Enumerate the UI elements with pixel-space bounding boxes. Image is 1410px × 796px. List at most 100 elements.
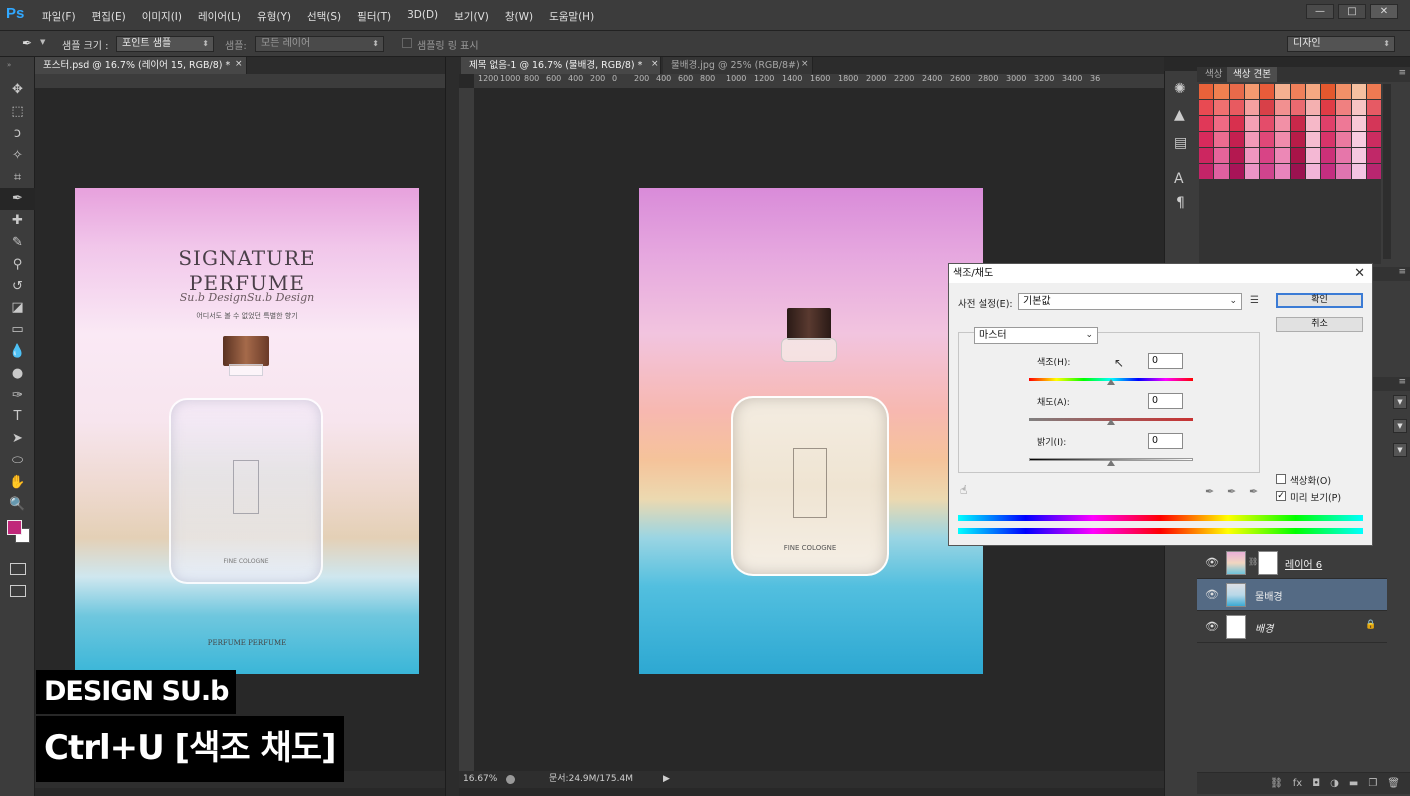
color-swatch[interactable] (1275, 84, 1290, 99)
channel-select[interactable]: 마스터 ⌄ (974, 327, 1098, 344)
quick-mask-icon[interactable] (10, 563, 26, 575)
magic-wand-tool-icon[interactable]: ✧ (0, 144, 35, 166)
preset-select[interactable]: 기본값 ⌄ (1018, 293, 1242, 310)
screen-mode-icon[interactable] (10, 585, 26, 597)
menu-window[interactable]: 창(W) (505, 9, 533, 24)
lightness-slider-thumb[interactable] (1107, 460, 1115, 466)
color-swatch[interactable] (1199, 116, 1214, 131)
color-swatch[interactable] (1244, 132, 1259, 147)
color-swatch[interactable] (1321, 116, 1336, 131)
color-swatch[interactable] (1214, 84, 1229, 99)
workspace-select[interactable]: 디자인 ⬍ (1287, 36, 1395, 52)
close-icon[interactable]: × (235, 59, 243, 69)
color-swatch[interactable] (1229, 116, 1244, 131)
color-swatch[interactable] (1305, 132, 1320, 147)
dodge-tool-icon[interactable]: ● (0, 362, 35, 384)
sample-size-select[interactable]: 포인트 샘플 ⬍ (116, 36, 214, 52)
eyedropper-icon[interactable]: ✒ (1205, 485, 1214, 498)
tool-preset-arrow-icon[interactable]: ▼ (40, 38, 45, 46)
color-swatch[interactable] (1199, 132, 1214, 147)
tab-swatches[interactable]: 색상 견본 (1227, 67, 1277, 82)
tab-untitled[interactable]: 제목 없음-1 @ 16.7% (물배경, RGB/8) * (461, 57, 661, 74)
menu-image[interactable]: 이미지(I) (142, 9, 182, 24)
saturation-input[interactable]: 0 (1148, 393, 1183, 409)
shape-tool-icon[interactable]: ⬭ (0, 450, 35, 472)
layer-row[interactable]: 👁 ⛓ 레이어 6 (1197, 547, 1387, 579)
lightness-input[interactable]: 0 (1148, 433, 1183, 449)
pen-tool-icon[interactable]: ✑ (0, 384, 35, 406)
panel-splitter[interactable] (445, 57, 459, 796)
blur-tool-icon[interactable]: 💧 (0, 341, 35, 363)
color-swatch[interactable] (1214, 100, 1229, 115)
tab-poster[interactable]: 포스터.psd @ 16.7% (레이어 15, RGB/8) * (35, 57, 247, 74)
move-tool-icon[interactable]: ✥ (0, 79, 35, 101)
maximize-button[interactable]: □ (1338, 4, 1366, 19)
fx-icon[interactable]: fx (1293, 778, 1302, 789)
color-swatch[interactable] (1260, 148, 1275, 163)
color-swatch[interactable] (1229, 132, 1244, 147)
color-swatch[interactable] (1366, 84, 1381, 99)
type-tool-icon[interactable]: T (0, 406, 35, 428)
cancel-button[interactable]: 취소 (1276, 317, 1363, 332)
color-swatch[interactable] (1199, 84, 1214, 99)
play-arrow-icon[interactable]: ▶ (663, 771, 670, 788)
color-swatch[interactable] (1260, 84, 1275, 99)
eyedropper-minus-icon[interactable]: ✒ (1249, 485, 1258, 498)
brush-tool-icon[interactable]: ✎ (0, 232, 35, 254)
target-adjust-hand-icon[interactable]: ☝ (960, 483, 967, 497)
color-swatch[interactable] (1321, 148, 1336, 163)
color-swatch[interactable] (1321, 84, 1336, 99)
blend-mode-dropdown[interactable]: ▼ (1393, 395, 1407, 409)
color-swatch[interactable] (1305, 164, 1320, 179)
color-swatch[interactable] (1336, 100, 1351, 115)
color-swatch[interactable] (1199, 164, 1214, 179)
opacity-dropdown[interactable]: ▼ (1393, 419, 1407, 433)
add-mask-icon[interactable]: ◘ (1312, 778, 1320, 789)
menu-3d[interactable]: 3D(D) (407, 9, 438, 24)
hue-slider-thumb[interactable] (1107, 379, 1115, 385)
close-icon[interactable]: × (801, 59, 809, 69)
preview-checkbox[interactable]: ✓ (1276, 491, 1286, 501)
color-swatch[interactable] (1351, 148, 1366, 163)
color-swatch[interactable] (1244, 116, 1259, 131)
minimize-button[interactable]: — (1306, 4, 1334, 19)
color-swatch[interactable] (1351, 100, 1366, 115)
color-swatch[interactable] (1214, 132, 1229, 147)
color-swatch[interactable] (1275, 100, 1290, 115)
visibility-eye-icon[interactable]: 👁 (1205, 556, 1219, 569)
layer-row-selected[interactable]: 👁 물배경 (1197, 579, 1387, 611)
stamp-tool-icon[interactable]: ⚲ (0, 253, 35, 275)
color-swatch[interactable] (1260, 132, 1275, 147)
color-swatch[interactable] (1351, 164, 1366, 179)
color-swatch[interactable] (1214, 116, 1229, 131)
menu-select[interactable]: 선택(S) (307, 9, 341, 24)
color-swatch[interactable] (1351, 84, 1366, 99)
new-layer-icon[interactable]: ❐ (1368, 778, 1377, 789)
swatches-scrollbar[interactable] (1383, 84, 1391, 259)
visibility-eye-icon[interactable]: 👁 (1205, 620, 1219, 633)
color-swatch[interactable] (1290, 116, 1305, 131)
color-swatch[interactable] (1275, 132, 1290, 147)
color-swatch[interactable] (1351, 132, 1366, 147)
adjustment-layer-icon[interactable]: ◑ (1330, 778, 1339, 789)
color-swatch[interactable] (1336, 84, 1351, 99)
menu-layer[interactable]: 레이어(L) (198, 9, 241, 24)
color-swatch[interactable] (1199, 148, 1214, 163)
character-icon[interactable]: A (1174, 171, 1184, 187)
saturation-slider-thumb[interactable] (1107, 419, 1115, 425)
close-window-button[interactable]: ✕ (1370, 4, 1398, 19)
new-group-icon[interactable]: ▬ (1349, 778, 1358, 789)
color-swatch[interactable] (1214, 148, 1229, 163)
color-swatch[interactable] (1214, 164, 1229, 179)
histogram-icon[interactable]: ▲ (1174, 107, 1185, 123)
layer-name[interactable]: 레이어 6 (1285, 556, 1322, 571)
color-swatch[interactable] (1366, 132, 1381, 147)
menu-type[interactable]: 유형(Y) (257, 9, 291, 24)
hue-input[interactable]: 0 (1148, 353, 1183, 369)
menu-edit[interactable]: 편집(E) (92, 9, 126, 24)
eyedropper-plus-icon[interactable]: ✒ (1227, 485, 1236, 498)
visibility-eye-icon[interactable]: 👁 (1205, 588, 1219, 601)
paragraph-icon[interactable]: ¶ (1176, 195, 1185, 211)
color-swatch[interactable] (1199, 100, 1214, 115)
color-swatch[interactable] (1305, 116, 1320, 131)
